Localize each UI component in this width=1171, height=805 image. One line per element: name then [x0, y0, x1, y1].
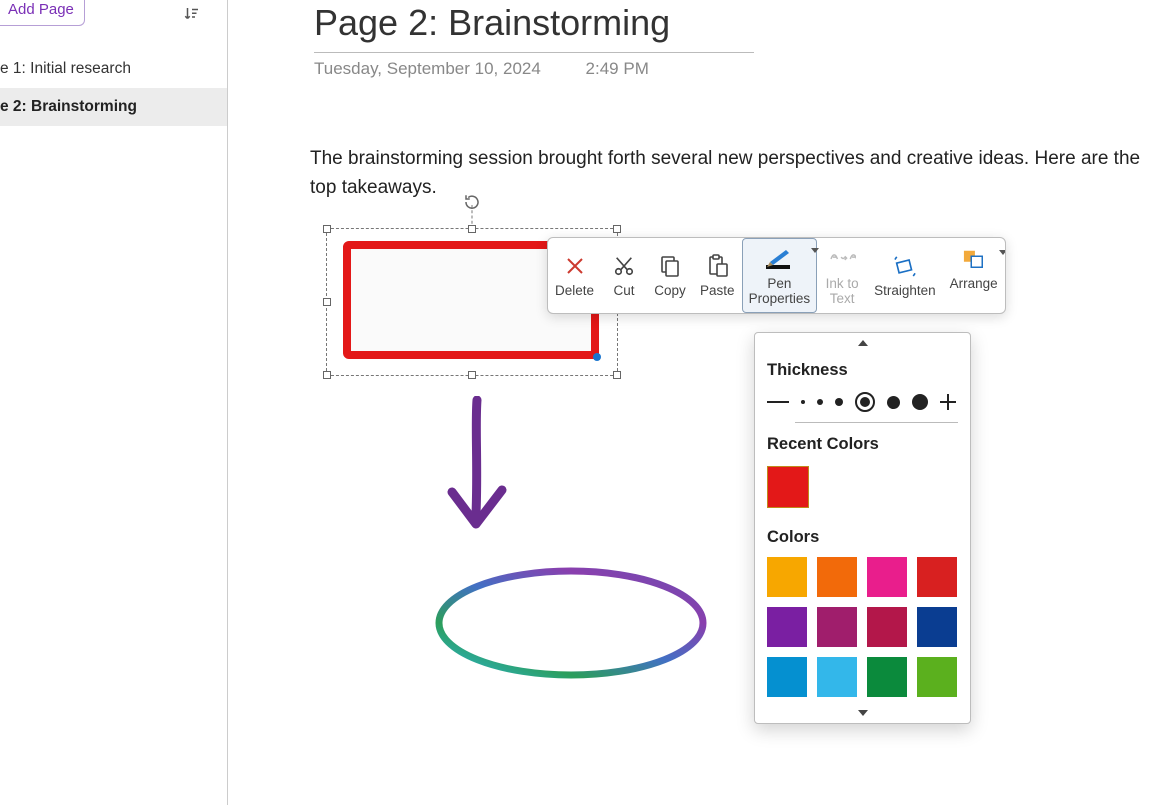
color-swatch-7[interactable] [917, 607, 957, 647]
thickness-section-title: Thickness [755, 353, 970, 386]
arrange-label: Arrange [950, 277, 998, 292]
page-time: 2:49 PM [586, 59, 649, 78]
color-swatch-10[interactable] [867, 657, 907, 697]
thickness-picker [755, 386, 970, 422]
ink-ellipse[interactable] [426, 558, 726, 688]
divider [795, 422, 958, 423]
recent-color-swatch[interactable] [767, 466, 809, 508]
cut-button[interactable]: Cut [601, 238, 647, 313]
page-sidebar: Add Page e 1: Initial research e 2: Brai… [0, 0, 228, 805]
color-swatch-11[interactable] [917, 657, 957, 697]
color-swatch-5[interactable] [817, 607, 857, 647]
paste-button[interactable]: Paste [693, 238, 742, 313]
resize-handle-n[interactable] [468, 225, 476, 233]
color-swatch-4[interactable] [767, 607, 807, 647]
page-title[interactable]: Page 2: Brainstorming [314, 2, 754, 53]
resize-handle-se[interactable] [613, 371, 621, 379]
resize-handle-ne[interactable] [613, 225, 621, 233]
pen-properties-panel: Thickness Recent Colors Colors [754, 332, 971, 724]
panel-collapse-down[interactable] [755, 703, 970, 723]
page-date-row: Tuesday, September 10, 2024 2:49 PM [314, 59, 754, 79]
color-palette [755, 553, 970, 703]
delete-label: Delete [555, 284, 594, 299]
recent-colors-section-title: Recent Colors [755, 427, 970, 460]
thickness-option-1[interactable] [801, 400, 805, 404]
thickness-option-5[interactable] [887, 396, 900, 409]
clipboard-icon [702, 252, 732, 280]
note-canvas: Page 2: Brainstorming Tuesday, September… [228, 0, 1171, 805]
color-swatch-8[interactable] [767, 657, 807, 697]
arrange-button[interactable]: Arrange [943, 238, 1005, 298]
copy-icon [655, 252, 685, 280]
color-swatch-6[interactable] [867, 607, 907, 647]
thickness-option-4-selected[interactable] [855, 392, 875, 412]
ink-to-text-icon [827, 245, 857, 273]
arrange-icon [959, 245, 989, 273]
thickness-decrease[interactable] [767, 401, 789, 403]
page-list: e 1: Initial research e 2: Brainstorming [0, 50, 227, 126]
scissors-icon [609, 252, 639, 280]
straighten-label: Straighten [874, 284, 936, 299]
rotate-handle-icon[interactable] [463, 193, 481, 211]
thickness-option-2[interactable] [817, 399, 823, 405]
color-swatch-9[interactable] [817, 657, 857, 697]
pen-properties-button[interactable]: PenProperties [742, 238, 818, 313]
pen-properties-icon [764, 245, 794, 273]
color-swatch-1[interactable] [817, 557, 857, 597]
straighten-icon [890, 252, 920, 280]
add-page-button[interactable]: Add Page [0, 0, 85, 26]
thickness-increase[interactable] [940, 394, 956, 410]
delete-button[interactable]: Delete [548, 238, 601, 313]
color-swatch-3[interactable] [917, 557, 957, 597]
ink-context-toolbar: Delete Cut Copy Paste [547, 237, 1006, 314]
colors-section-title: Colors [755, 520, 970, 553]
ink-to-text-button: Ink toText [817, 238, 867, 313]
copy-label: Copy [654, 284, 686, 299]
body-text[interactable]: The brainstorming session brought forth … [310, 145, 1160, 202]
sidebar-item-page-1[interactable]: e 1: Initial research [0, 50, 227, 88]
x-icon [560, 252, 590, 280]
resize-handle-nw[interactable] [323, 225, 331, 233]
straighten-button[interactable]: Straighten [867, 238, 943, 313]
cut-label: Cut [614, 284, 635, 299]
resize-handle-w[interactable] [323, 298, 331, 306]
ink-arrow-down[interactable] [436, 396, 516, 546]
paste-label: Paste [700, 284, 735, 299]
page-header: Page 2: Brainstorming Tuesday, September… [314, 2, 754, 79]
thickness-option-6[interactable] [912, 394, 928, 410]
resize-handle-sw[interactable] [323, 371, 331, 379]
ink-to-text-label: Ink toText [826, 277, 859, 307]
chevron-down-icon[interactable] [999, 250, 1006, 255]
pen-properties-label: PenProperties [749, 277, 811, 307]
copy-button[interactable]: Copy [647, 238, 693, 313]
color-swatch-0[interactable] [767, 557, 807, 597]
sort-icon[interactable] [183, 5, 201, 23]
color-swatch-2[interactable] [867, 557, 907, 597]
chevron-down-icon[interactable] [811, 248, 819, 253]
sidebar-item-page-2[interactable]: e 2: Brainstorming [0, 88, 227, 126]
resize-handle-s[interactable] [468, 371, 476, 379]
thickness-option-3[interactable] [835, 398, 843, 406]
panel-collapse-up[interactable] [755, 333, 970, 353]
page-date: Tuesday, September 10, 2024 [314, 59, 541, 78]
